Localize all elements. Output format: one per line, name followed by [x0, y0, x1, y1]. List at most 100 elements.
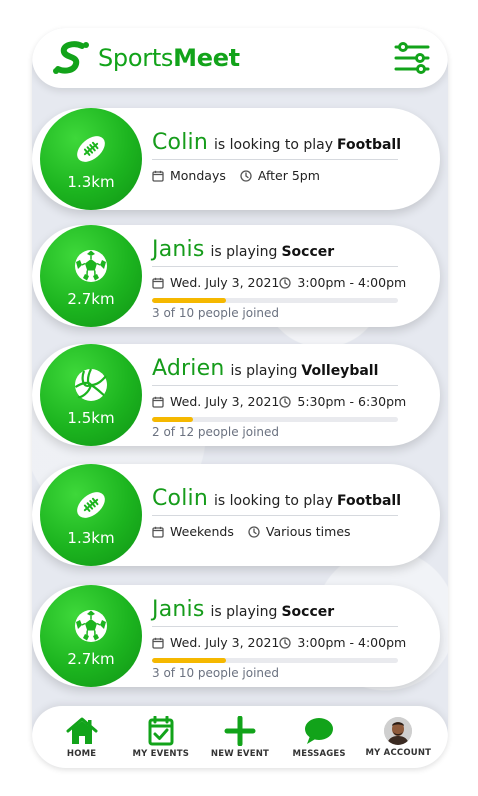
- calendar-icon: [152, 637, 164, 649]
- sport-name: Football: [337, 137, 402, 153]
- event-verb: is looking to play: [214, 137, 334, 153]
- sport-name: Volleyball: [301, 363, 379, 379]
- joined-count: 3 of 10 people joined: [152, 666, 280, 680]
- event-schedule: Wed. July 3, 2021 3:00pm - 4:00pm: [152, 635, 406, 650]
- chat-bubble-icon: [305, 717, 334, 744]
- event-card[interactable]: 1.5km Adrien is playing Volleyball Wed. July…: [32, 344, 440, 446]
- clock-icon: [279, 395, 292, 408]
- app-logo[interactable]: SportsMeet: [52, 40, 240, 76]
- calendar-icon: [152, 170, 164, 182]
- sport-badge: 1.5km: [40, 344, 142, 446]
- event-schedule: Wed. July 3, 2021 3:00pm - 4:00pm: [152, 275, 406, 290]
- join-progress-bar: [152, 658, 398, 663]
- join-progress-bar: [152, 417, 398, 422]
- sport-name: Soccer: [281, 604, 335, 620]
- event-info: Janis is playing Soccer Wed. July 3, 2021 3:…: [152, 597, 406, 680]
- joined-count: 3 of 10 people joined: [152, 306, 280, 320]
- distance: 1.5km: [67, 409, 115, 427]
- event-verb: is playing: [210, 244, 278, 260]
- event-card[interactable]: 2.7km Janis is playing Soccer Wed. July 3, 2…: [32, 225, 440, 327]
- football-icon: [73, 483, 109, 523]
- logo-icon: [53, 41, 89, 74]
- nav-item-my-account[interactable]: MY ACCOUNT: [359, 716, 437, 758]
- plus-icon: [224, 715, 256, 746]
- event-date-text: Wed. July 3, 2021: [170, 275, 280, 290]
- event-date-text: Wed. July 3, 2021: [170, 635, 280, 650]
- distance: 1.3km: [67, 529, 115, 547]
- joined-count: 2 of 12 people joined: [152, 425, 280, 439]
- sliders-icon[interactable]: [394, 42, 430, 74]
- event-date: Wed. July 3, 2021: [152, 275, 279, 290]
- bottom-nav: HOME MY EVENTS NEW EVENT MESSAGES MY ACCOUNT: [32, 706, 448, 768]
- nav-item-my-events[interactable]: MY EVENTS: [122, 715, 200, 759]
- event-date-text: Wed. July 3, 2021: [170, 394, 280, 409]
- event-time: 3:00pm - 4:00pm: [279, 275, 406, 290]
- join-progress-fill: [152, 658, 226, 663]
- event-time: 3:00pm - 4:00pm: [279, 635, 406, 650]
- brand-name-light: Sports: [98, 44, 174, 72]
- nav-label: NEW EVENT: [210, 748, 270, 759]
- event-date: Weekends: [152, 524, 234, 539]
- distance: 2.7km: [67, 290, 115, 308]
- nav-label: MESSAGES: [292, 748, 346, 759]
- event-info: Janis is playing Soccer Wed. July 3, 2021 3:…: [152, 237, 406, 320]
- nav-item-home[interactable]: HOME: [43, 716, 121, 759]
- event-time: Various times: [248, 524, 351, 539]
- player-name[interactable]: Colin: [152, 486, 208, 511]
- event-time-text: Various times: [265, 524, 351, 539]
- calendar-check-icon: [148, 715, 174, 745]
- event-card[interactable]: 1.3km Colin is looking to play Football Mond…: [32, 108, 440, 210]
- soccer-ball-icon: [73, 244, 109, 284]
- nav-label: MY EVENTS: [132, 748, 190, 759]
- player-name[interactable]: Adrien: [152, 356, 224, 381]
- nav-label: MY ACCOUNT: [365, 748, 432, 758]
- clock-icon: [279, 276, 292, 289]
- event-verb: is playing: [210, 604, 278, 620]
- distance: 1.3km: [67, 173, 115, 191]
- event-card[interactable]: 2.7km Janis is playing Soccer Wed. July 3, 2…: [32, 585, 440, 687]
- event-title: Adrien is playing Volleyball: [152, 356, 398, 386]
- player-name[interactable]: Janis: [152, 597, 205, 622]
- sport-name: Soccer: [281, 244, 335, 260]
- event-date-text: Mondays: [170, 168, 226, 183]
- home-icon: [66, 717, 98, 744]
- event-time-text: 3:00pm - 4:00pm: [297, 635, 407, 650]
- event-date: Wed. July 3, 2021: [152, 394, 279, 409]
- event-verb: is looking to play: [214, 493, 334, 509]
- soccer-ball-icon: [73, 604, 109, 644]
- event-time-text: 3:00pm - 4:00pm: [297, 275, 407, 290]
- clock-icon: [248, 525, 260, 538]
- distance: 2.7km: [67, 650, 115, 668]
- join-progress-fill: [152, 298, 226, 303]
- volleyball-icon: [73, 363, 109, 403]
- calendar-icon: [152, 526, 164, 538]
- event-schedule: Wed. July 3, 2021 5:30pm - 6:30pm: [152, 394, 406, 409]
- brand-name: SportsMeet: [98, 44, 240, 72]
- nav-label: HOME: [66, 748, 97, 759]
- sport-badge: 2.7km: [40, 585, 142, 687]
- event-time-text: After 5pm: [257, 168, 320, 183]
- event-time: After 5pm: [240, 168, 320, 183]
- clock-icon: [240, 169, 252, 182]
- player-name[interactable]: Janis: [152, 237, 205, 262]
- event-date-text: Weekends: [170, 524, 234, 539]
- event-schedule: Weekends Various times: [152, 524, 398, 539]
- event-time-text: 5:30pm - 6:30pm: [297, 394, 407, 409]
- nav-item-new-event[interactable]: NEW EVENT: [201, 715, 279, 759]
- sport-badge: 1.3km: [40, 464, 142, 566]
- event-time: 5:30pm - 6:30pm: [279, 394, 406, 409]
- event-schedule: Mondays After 5pm: [152, 168, 398, 183]
- event-info: Adrien is playing Volleyball Wed. July 3, 2…: [152, 356, 406, 439]
- event-date: Mondays: [152, 168, 226, 183]
- player-name[interactable]: Colin: [152, 130, 208, 155]
- sport-name: Football: [337, 493, 402, 509]
- nav-item-messages[interactable]: MESSAGES: [280, 716, 358, 759]
- event-info: Colin is looking to play Football Weekends V…: [152, 486, 402, 539]
- event-title: Janis is playing Soccer: [152, 237, 398, 267]
- phone-frame: SportsMeet 1.3km Colin is looking to play F…: [32, 28, 448, 768]
- sport-badge: 2.7km: [40, 225, 142, 327]
- event-title: Colin is looking to play Football: [152, 130, 402, 160]
- app-header: SportsMeet: [32, 28, 448, 88]
- join-progress-fill: [152, 417, 193, 422]
- event-card[interactable]: 1.3km Colin is looking to play Football Week…: [32, 464, 440, 566]
